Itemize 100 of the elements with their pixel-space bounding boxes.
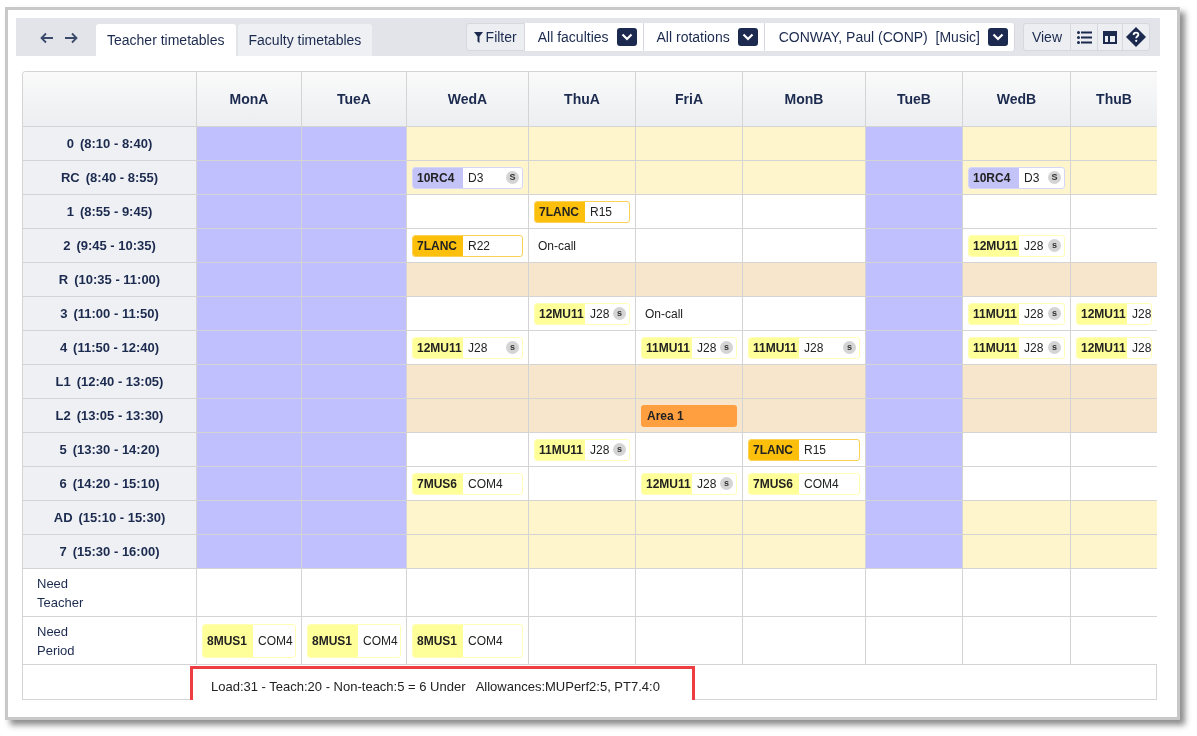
room-code: J28 <box>696 475 717 493</box>
room-code: R22 <box>467 237 490 255</box>
help-button[interactable] <box>1123 23 1150 51</box>
filter-button[interactable]: Filter <box>465 23 525 51</box>
class-code: 11MU11 <box>642 337 692 358</box>
dropdown[interactable]: CONWAY, Paul (CONP) [Music] <box>764 23 1015 51</box>
footer-summary: Load:31 - Teach:20 - Non-teach:5 = 6 Under Allowances:MUPerf2:5, PT7.4:0 <box>211 677 660 696</box>
room-code: J28 <box>803 339 824 357</box>
on-call-label: On-call <box>537 237 576 255</box>
room-code: J28 <box>467 339 488 357</box>
period-label: L1 <box>55 372 71 391</box>
room-code: J28 <box>1131 305 1151 323</box>
period-time: (8:55 - 9:45) <box>80 202 153 221</box>
tag-badge: s <box>720 477 733 490</box>
layout-button[interactable] <box>1098 23 1123 51</box>
room-code: COM4 <box>362 632 398 650</box>
class-card[interactable]: 11MU11 J28 s <box>748 336 860 359</box>
list-view-button[interactable] <box>1071 23 1098 51</box>
class-card[interactable]: 11MU11 J28 s <box>968 302 1065 325</box>
class-card[interactable]: 12MU11 J28 s <box>534 302 630 325</box>
back-arrow-icon[interactable] <box>40 32 54 44</box>
class-card[interactable]: 10RC4 D3 S <box>968 166 1065 189</box>
dropdown-value: All rotations <box>656 27 730 47</box>
period-label: 7 <box>59 542 67 561</box>
class-card[interactable]: 12MU11 J28 <box>1076 302 1152 325</box>
forward-arrow-icon[interactable] <box>64 32 78 44</box>
class-card[interactable]: 12MU11 J28 <box>1076 336 1152 359</box>
room-code: J28 <box>1131 339 1151 357</box>
class-code: 10RC4 <box>969 167 1019 188</box>
class-code: 11MU11 <box>749 337 799 358</box>
tag-badge: s <box>1048 239 1061 252</box>
tab[interactable]: Faculty timetables <box>237 24 373 56</box>
class-card[interactable]: 8MUS1 COM4 <box>412 623 523 658</box>
period-time: (10:35 - 11:00) <box>74 270 161 289</box>
period-label: Need Teacher <box>37 574 85 612</box>
chevron-down-icon[interactable] <box>987 28 1008 46</box>
class-code: 12MU11 <box>642 473 692 494</box>
period-time: (8:10 - 8:40) <box>80 134 153 153</box>
class-card[interactable]: 12MU11 J28 s <box>412 336 523 359</box>
class-code: 11MU11 <box>969 303 1019 324</box>
area-card[interactable]: Area 1 <box>641 404 737 427</box>
period-time: (13:30 - 14:20) <box>72 440 160 459</box>
class-card[interactable]: 7LANC R15 <box>534 200 630 223</box>
room-code: J28 <box>589 305 610 323</box>
class-card[interactable]: 7MUS6 COM4 <box>412 472 523 495</box>
class-card[interactable]: 12MU11 J28 s <box>968 234 1065 257</box>
period-label: 2 <box>63 236 71 255</box>
class-code: 8MUS1 <box>308 624 358 657</box>
class-code: 11MU11 <box>969 337 1019 358</box>
class-card[interactable]: 11MU11 J28 s <box>534 438 630 461</box>
class-code: 7MUS6 <box>413 473 463 494</box>
layout-icon <box>1103 30 1117 44</box>
tab[interactable]: Teacher timetables <box>96 24 236 56</box>
dropdown[interactable]: All faculties <box>524 23 644 51</box>
column-header: MonA <box>197 72 302 127</box>
class-code: 12MU11 <box>969 235 1019 256</box>
room-code: COM4 <box>467 475 503 493</box>
class-card[interactable]: 12MU11 J28 s <box>641 472 737 495</box>
column-header: ThuB <box>1071 72 1157 127</box>
period-label: 3 <box>60 304 68 323</box>
tag-badge: s <box>1048 307 1061 320</box>
chevron-down-icon[interactable] <box>737 28 758 46</box>
period-time: (8:40 - 8:55) <box>85 168 158 187</box>
dropdown-value: All faculties <box>537 27 609 47</box>
class-code: 11MU11 <box>535 439 585 460</box>
class-card[interactable]: 8MUS1 COM4 <box>202 623 296 658</box>
dropdown-value: CONWAY, Paul (CONP) [Music] <box>778 27 980 47</box>
column-header: FriA <box>636 72 743 127</box>
on-call-label: On-call <box>644 305 683 323</box>
tag-badge: s <box>1048 341 1061 354</box>
class-card[interactable]: 7LANC R15 <box>748 438 860 461</box>
room-code: J28 <box>1023 237 1044 255</box>
period-label: 1 <box>66 202 74 221</box>
dropdown[interactable]: All rotations <box>643 23 765 51</box>
period-time: (11:50 - 12:40) <box>73 338 160 357</box>
room-code: J28 <box>1023 305 1044 323</box>
column-header: TueB <box>866 72 963 127</box>
class-card[interactable]: 10RC4 D3 S <box>412 166 523 189</box>
class-code: 7MUS6 <box>749 473 799 494</box>
class-code: 12MU11 <box>535 303 585 324</box>
class-code: 8MUS1 <box>413 624 463 657</box>
room-code: J28 <box>1023 339 1044 357</box>
class-card[interactable]: 8MUS1 COM4 <box>307 623 401 658</box>
room-code: J28 <box>589 441 610 459</box>
view-button[interactable]: View <box>1022 23 1071 51</box>
tag-badge: s <box>613 307 626 320</box>
period-time: (15:30 - 16:00) <box>72 542 160 561</box>
class-card[interactable]: 11MU11 J28 s <box>968 336 1065 359</box>
period-time: (13:05 - 13:30) <box>76 406 164 425</box>
class-card[interactable]: 7LANC R22 <box>412 234 523 257</box>
period-time: (14:20 - 15:10) <box>72 474 160 493</box>
tag-badge: s <box>506 341 519 354</box>
period-label: RC <box>61 168 80 187</box>
class-code: 8MUS1 <box>203 624 253 657</box>
period-time: (11:00 - 11:50) <box>73 304 159 323</box>
class-card[interactable]: 7MUS6 COM4 <box>748 472 860 495</box>
chevron-down-icon[interactable] <box>616 28 637 46</box>
period-label: R <box>58 270 69 289</box>
period-label: Need Period <box>37 622 76 660</box>
class-card[interactable]: 11MU11 J28 s <box>641 336 737 359</box>
